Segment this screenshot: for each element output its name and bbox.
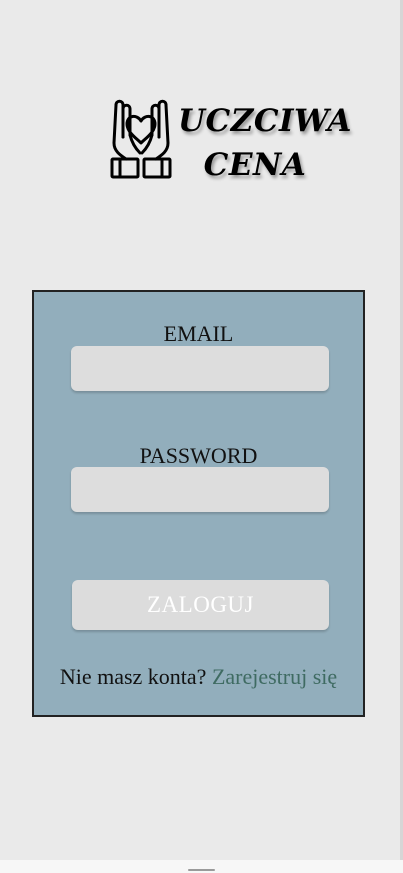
register-prompt: Nie masz konta? Zarejestruj się <box>34 664 363 690</box>
no-account-text: Nie masz konta? <box>59 664 207 689</box>
register-link[interactable]: Zarejestruj się <box>212 664 337 689</box>
app-name-line1: UCZCIWA <box>178 103 352 139</box>
login-button[interactable]: ZALOGUJ <box>72 580 329 630</box>
app-name-line2: CENA <box>203 147 307 183</box>
hands-heart-icon <box>110 99 172 179</box>
login-card: EMAIL PASSWORD ZALOGUJ Nie masz konta? Z… <box>32 290 365 717</box>
home-indicator[interactable] <box>188 869 215 871</box>
password-label: PASSWORD <box>139 443 258 468</box>
app-logo: UCZCIWA CENA <box>106 97 352 189</box>
password-input[interactable] <box>71 467 329 512</box>
email-input[interactable] <box>71 346 329 391</box>
system-navigation-bar <box>0 860 403 873</box>
app-name: UCZCIWA CENA <box>178 99 352 187</box>
email-label: EMAIL <box>163 321 234 346</box>
